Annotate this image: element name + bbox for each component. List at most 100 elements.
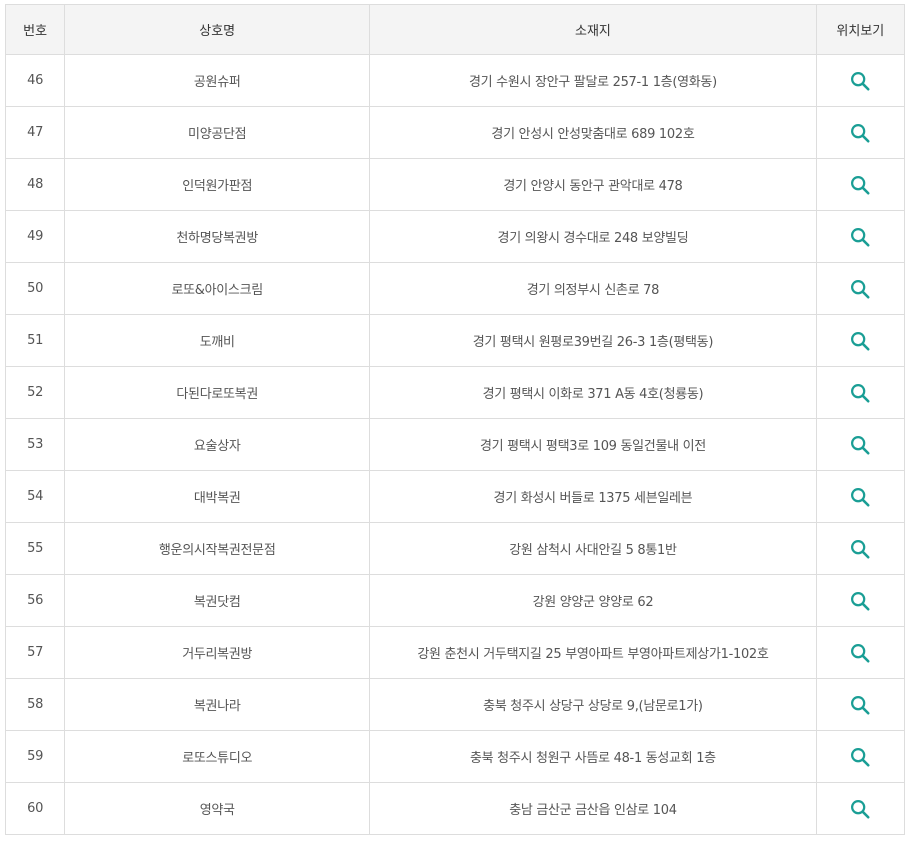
store-name: 요술상자	[64, 418, 371, 471]
view-location-button[interactable]	[847, 328, 873, 354]
table-row: 56 복권닷컴 강원 양양군 양양로 62	[4, 574, 906, 627]
location-cell	[815, 262, 906, 315]
store-name: 공원슈퍼	[64, 54, 371, 107]
table-body: 46 공원슈퍼 경기 수원시 장안구 팔달로 257-1 1층(영화동) 47 미양공단…	[4, 54, 906, 835]
search-icon	[851, 227, 870, 247]
store-list-table: 번호 상호명 소재지 위치보기 46 공원슈퍼 경기 수원시 장안구 팔달로 257…	[4, 4, 906, 835]
row-number: 56	[4, 574, 66, 627]
store-address: 충북 청주시 상당구 상당로 9,(남문로1가)	[369, 678, 817, 731]
row-number: 51	[4, 314, 66, 367]
store-address: 경기 의정부시 신촌로 78	[369, 262, 817, 315]
table-header-row: 번호 상호명 소재지 위치보기	[4, 4, 906, 55]
table-row: 52 다된다로또복권 경기 평택시 이화로 371 A동 4호(청룡동)	[4, 366, 906, 419]
view-location-button[interactable]	[847, 120, 873, 146]
store-name: 로또스튜디오	[64, 730, 371, 783]
search-icon	[851, 175, 870, 195]
row-number: 54	[4, 470, 66, 523]
view-location-button[interactable]	[847, 172, 873, 198]
location-cell	[815, 106, 906, 159]
store-address: 경기 평택시 평택3로 109 동일건물내 이전	[369, 418, 817, 471]
row-number: 49	[4, 210, 66, 263]
store-name: 거두리복권방	[64, 626, 371, 679]
header-address: 소재지	[369, 4, 817, 55]
view-location-button[interactable]	[847, 224, 873, 250]
view-location-button[interactable]	[847, 432, 873, 458]
header-location: 위치보기	[815, 4, 906, 55]
store-name: 도깨비	[64, 314, 371, 367]
view-location-button[interactable]	[847, 380, 873, 406]
row-number: 57	[4, 626, 66, 679]
table-row: 48 인덕원가판점 경기 안양시 동안구 관악대로 478	[4, 158, 906, 211]
row-number: 53	[4, 418, 66, 471]
location-cell	[815, 678, 906, 731]
view-location-button[interactable]	[847, 640, 873, 666]
view-location-button[interactable]	[847, 536, 873, 562]
search-icon	[851, 747, 870, 767]
search-icon	[851, 539, 870, 559]
table-row: 55 행운의시작복권전문점 강원 삼척시 사대안길 5 8통1반	[4, 522, 906, 575]
store-address: 경기 화성시 버들로 1375 세븐일레븐	[369, 470, 817, 523]
view-location-button[interactable]	[847, 68, 873, 94]
store-address: 경기 평택시 원평로39번길 26-3 1층(평택동)	[369, 314, 817, 367]
row-number: 59	[4, 730, 66, 783]
location-cell	[815, 782, 906, 835]
search-icon	[851, 799, 870, 819]
view-location-button[interactable]	[847, 276, 873, 302]
location-cell	[815, 314, 906, 367]
location-cell	[815, 730, 906, 783]
view-location-button[interactable]	[847, 484, 873, 510]
header-num: 번호	[4, 4, 66, 55]
row-number: 48	[4, 158, 66, 211]
row-number: 50	[4, 262, 66, 315]
store-address: 경기 안성시 안성맞춤대로 689 102호	[369, 106, 817, 159]
view-location-button[interactable]	[847, 744, 873, 770]
location-cell	[815, 54, 906, 107]
store-name: 다된다로또복권	[64, 366, 371, 419]
view-location-button[interactable]	[847, 692, 873, 718]
header-name: 상호명	[64, 4, 371, 55]
view-location-button[interactable]	[847, 588, 873, 614]
store-address: 충북 청주시 청원구 사뜸로 48-1 동성교회 1층	[369, 730, 817, 783]
search-icon	[851, 331, 870, 351]
search-icon	[851, 279, 870, 299]
location-cell	[815, 366, 906, 419]
location-cell	[815, 418, 906, 471]
store-address: 충남 금산군 금산읍 인삼로 104	[369, 782, 817, 835]
store-name: 복권닷컴	[64, 574, 371, 627]
store-address: 강원 춘천시 거두택지길 25 부영아파트 부영아파트제상가1-102호	[369, 626, 817, 679]
store-address: 경기 안양시 동안구 관악대로 478	[369, 158, 817, 211]
location-cell	[815, 522, 906, 575]
store-name: 인덕원가판점	[64, 158, 371, 211]
row-number: 55	[4, 522, 66, 575]
view-location-button[interactable]	[847, 796, 873, 822]
row-number: 58	[4, 678, 66, 731]
location-cell	[815, 574, 906, 627]
table-header: 번호 상호명 소재지 위치보기	[4, 4, 906, 55]
store-address: 경기 수원시 장안구 팔달로 257-1 1층(영화동)	[369, 54, 817, 107]
location-cell	[815, 158, 906, 211]
row-number: 52	[4, 366, 66, 419]
location-cell	[815, 210, 906, 263]
store-address: 강원 양양군 양양로 62	[369, 574, 817, 627]
search-icon	[851, 487, 870, 507]
store-name: 미양공단점	[64, 106, 371, 159]
store-name: 복권나라	[64, 678, 371, 731]
row-number: 46	[4, 54, 66, 107]
row-number: 47	[4, 106, 66, 159]
table-row: 54 대박복권 경기 화성시 버들로 1375 세븐일레븐	[4, 470, 906, 523]
table-row: 46 공원슈퍼 경기 수원시 장안구 팔달로 257-1 1층(영화동)	[4, 54, 906, 107]
search-icon	[851, 435, 870, 455]
location-cell	[815, 626, 906, 679]
search-icon	[851, 591, 870, 611]
row-number: 60	[4, 782, 66, 835]
store-name: 로또&아이스크림	[64, 262, 371, 315]
table-row: 53 요술상자 경기 평택시 평택3로 109 동일건물내 이전	[4, 418, 906, 471]
table-row: 47 미양공단점 경기 안성시 안성맞춤대로 689 102호	[4, 106, 906, 159]
location-cell	[815, 470, 906, 523]
store-name: 천하명당복권방	[64, 210, 371, 263]
search-icon	[851, 71, 870, 91]
table-row: 51 도깨비 경기 평택시 원평로39번길 26-3 1층(평택동)	[4, 314, 906, 367]
store-address: 경기 의왕시 경수대로 248 보양빌딩	[369, 210, 817, 263]
store-name: 대박복권	[64, 470, 371, 523]
search-icon	[851, 643, 870, 663]
